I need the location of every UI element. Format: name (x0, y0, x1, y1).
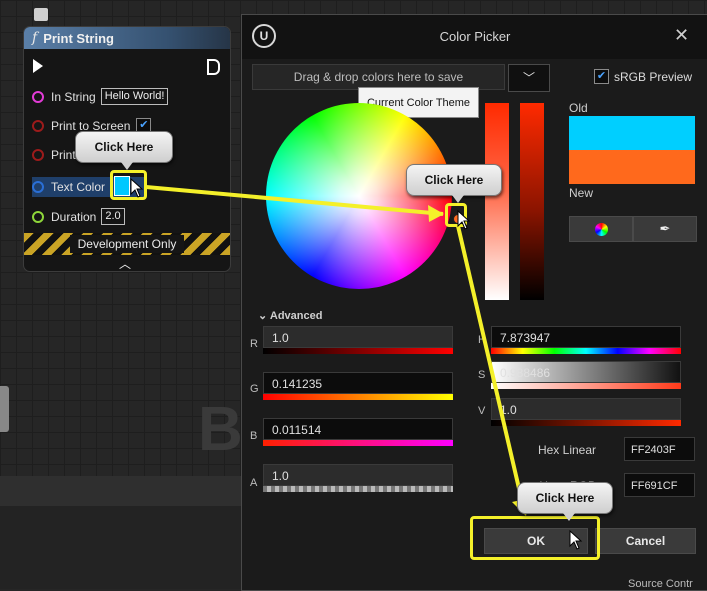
color-picker-dialog[interactable]: U Color Picker ✕ Drag & drop colors here… (241, 14, 707, 591)
pin-print[interactable]: Print (32, 148, 76, 162)
color-theme-dropdown[interactable]: ﹀ (508, 64, 550, 92)
cursor-icon (569, 530, 583, 550)
v-label: V (478, 405, 486, 417)
exec-out-pin[interactable] (207, 59, 220, 75)
hex-srgb-field[interactable]: FF691CF (624, 473, 695, 497)
footer-partial: Source Contr (628, 578, 693, 590)
struct-pin-icon[interactable] (32, 181, 44, 193)
duration-input[interactable]: 2.0 (101, 208, 125, 225)
hex-linear-label: Hex Linear (537, 443, 596, 457)
callout-bubble: Click Here (406, 164, 502, 203)
advanced-label: Advanced (269, 310, 323, 322)
close-icon[interactable]: ✕ (674, 25, 689, 46)
srgb-checkbox[interactable]: ✔ (594, 69, 609, 84)
v-gradient[interactable] (491, 420, 681, 426)
pin-label: Duration (51, 209, 97, 224)
dev-only-banner: Development Only (24, 233, 230, 255)
a-label: A (250, 477, 258, 489)
chevron-down-icon: ⌄ (258, 310, 268, 322)
cursor-icon (457, 210, 471, 230)
a-gradient[interactable] (263, 486, 453, 492)
new-color-swatch (569, 150, 695, 184)
panel-divider (0, 476, 245, 506)
hex-linear-field[interactable]: FF2403F (624, 437, 695, 461)
bottom-panel (0, 506, 245, 589)
r-gradient[interactable] (263, 348, 453, 354)
color-wheel[interactable] (266, 103, 452, 289)
s-gradient[interactable] (491, 383, 681, 389)
pin-in-string[interactable]: In String Hello World! (32, 88, 169, 105)
titlebar: U Color Picker ✕ (242, 15, 707, 59)
in-string-input[interactable]: Hello World! (100, 88, 169, 105)
eyedropper-button[interactable]: ✒ (633, 216, 697, 242)
node-title: Print String (43, 30, 114, 46)
advanced-section[interactable]: ⌄ Advanced (258, 309, 322, 322)
dialog-title: Color Picker (439, 29, 511, 44)
chevron-down-icon: ﹀ (522, 71, 535, 85)
cancel-button[interactable]: Cancel (595, 528, 696, 554)
old-color-swatch (569, 116, 695, 150)
b-gradient[interactable] (263, 440, 453, 446)
function-icon: f (32, 30, 38, 46)
v-field[interactable]: 1.0 (491, 398, 681, 420)
callout-bubble: Click Here (75, 131, 173, 170)
comment-icon (34, 8, 48, 21)
new-label: New (569, 186, 594, 200)
srgb-label: sRGB Preview (614, 69, 693, 84)
b-label: B (250, 430, 258, 442)
eyedropper-icon: ✒ (659, 221, 671, 236)
cursor-icon (130, 178, 144, 198)
callout-bubble: Click Here (517, 482, 613, 521)
dev-only-label: Development Only (69, 235, 185, 253)
r-field[interactable]: 1.0 (263, 326, 453, 348)
node-header[interactable]: f Print String (24, 27, 230, 49)
h-gradient[interactable] (491, 348, 681, 354)
pin-label: Print (51, 148, 76, 162)
expand-chevron-icon[interactable]: ︿ (119, 255, 131, 271)
g-gradient[interactable] (263, 394, 453, 400)
color-wheel-icon (594, 222, 608, 236)
value-slider[interactable] (520, 103, 544, 300)
side-tab-handle[interactable] (0, 386, 9, 432)
old-label: Old (569, 101, 588, 115)
s-label: S (478, 369, 486, 381)
pin-duration[interactable]: Duration 2.0 (32, 208, 125, 225)
exec-in-pin[interactable] (33, 59, 43, 73)
float-pin-icon[interactable] (32, 210, 44, 223)
a-field[interactable]: 1.0 (263, 464, 453, 486)
pin-label: Text Color (51, 180, 106, 194)
g-field[interactable]: 0.141235 (263, 372, 453, 394)
pin-label: In String (51, 89, 96, 104)
h-field[interactable]: 7.873947 (491, 326, 681, 348)
s-field[interactable]: 0.988486 (491, 361, 681, 383)
h-label: H (478, 334, 486, 346)
b-field[interactable]: 0.011514 (263, 418, 453, 440)
saturation-slider[interactable] (485, 103, 509, 300)
bool-pin-icon[interactable] (32, 149, 44, 161)
color-wheel-mode-button[interactable] (569, 216, 633, 242)
srgb-preview-toggle[interactable]: ✔ sRGB Preview (594, 69, 692, 84)
g-label: G (250, 383, 259, 395)
string-pin-icon[interactable] (32, 90, 44, 103)
r-label: R (250, 338, 258, 350)
bool-pin-icon[interactable] (32, 119, 44, 132)
